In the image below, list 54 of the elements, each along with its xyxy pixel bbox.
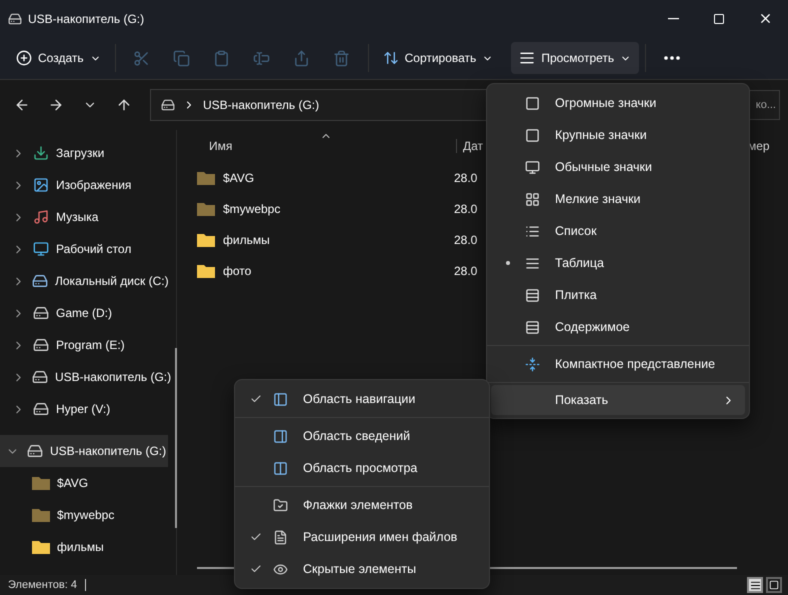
- sidebar-item[interactable]: Hyper (V:): [0, 393, 168, 425]
- sidebar-label: USB-накопитель (G:): [50, 444, 166, 458]
- sidebar-label: $mywebpc: [57, 508, 114, 522]
- sidebar-label: Program (E:): [56, 338, 125, 352]
- menu-item[interactable]: Крупные значки: [491, 119, 745, 151]
- sidebar-label: Изображения: [56, 178, 132, 192]
- column-header[interactable]: Имя: [209, 139, 456, 153]
- sidebar-item[interactable]: Изображения: [0, 169, 168, 201]
- sidebar-label: Загрузки: [56, 146, 104, 160]
- menu-item[interactable]: Таблица: [491, 247, 745, 279]
- file-name[interactable]: $mywebpc: [223, 202, 454, 216]
- status-text: Элементов: 4: [8, 579, 77, 591]
- sort-button[interactable]: Сортировать: [374, 42, 502, 74]
- menu-item[interactable]: Содержимое: [491, 311, 745, 343]
- address-path: USB-накопитель (G:): [203, 98, 320, 112]
- sidebar-label: фильмы: [57, 540, 104, 554]
- menu-item[interactable]: Область навигации: [239, 383, 485, 415]
- date-cell: 28.0: [454, 264, 478, 278]
- sidebar-label: Hyper (V:): [56, 402, 110, 416]
- menu-item[interactable]: Список: [491, 215, 745, 247]
- sidebar-item[interactable]: Program (E:): [0, 329, 168, 361]
- file-name[interactable]: фото: [223, 264, 454, 278]
- file-name[interactable]: $AVG: [223, 170, 454, 184]
- sidebar-item[interactable]: $AVG: [0, 467, 168, 499]
- sidebar-label: $AVG: [57, 476, 88, 490]
- sidebar-item[interactable]: Локальный диск (C:): [0, 265, 168, 297]
- new-button[interactable]: Создать: [8, 42, 109, 74]
- window-title: USB-накопитель (G:): [28, 12, 146, 26]
- sidebar-item[interactable]: USB-накопитель (G:): [0, 435, 168, 467]
- view-button[interactable]: Просмотреть: [511, 42, 640, 74]
- menu-item[interactable]: Область просмотра: [239, 452, 485, 484]
- sidebar-label: Локальный диск (C:): [55, 274, 169, 288]
- menu-item[interactable]: Компактное представление: [491, 348, 745, 380]
- menu-item[interactable]: Расширения имен файлов: [239, 521, 485, 553]
- menu-item[interactable]: Показать: [491, 385, 745, 415]
- menu-item[interactable]: Плитка: [491, 279, 745, 311]
- sidebar-label: Game (D:): [56, 306, 112, 320]
- sidebar-item[interactable]: Загрузки: [0, 137, 168, 169]
- date-cell: 28.0: [454, 202, 478, 216]
- sidebar-item[interactable]: Рабочий стол: [0, 233, 168, 265]
- menu-item[interactable]: Обычные значки: [491, 151, 745, 183]
- menu-item[interactable]: Область сведений: [239, 420, 485, 452]
- sidebar-item[interactable]: Game (D:): [0, 297, 168, 329]
- date-cell: 28.0: [454, 170, 478, 184]
- sidebar-label: Рабочий стол: [56, 242, 132, 256]
- menu-item[interactable]: Флажки элементов: [239, 489, 485, 521]
- sidebar-item[interactable]: фильмы: [0, 531, 168, 563]
- sidebar-item[interactable]: Музыка: [0, 201, 168, 233]
- sidebar-item[interactable]: $mywebpc: [0, 499, 168, 531]
- menu-item[interactable]: Скрытые элементы: [239, 553, 485, 585]
- menu-item[interactable]: Мелкие значки: [491, 183, 745, 215]
- date-cell: 28.0: [454, 232, 478, 246]
- sidebar-label: Музыка: [56, 210, 98, 224]
- file-name[interactable]: фильмы: [223, 232, 454, 246]
